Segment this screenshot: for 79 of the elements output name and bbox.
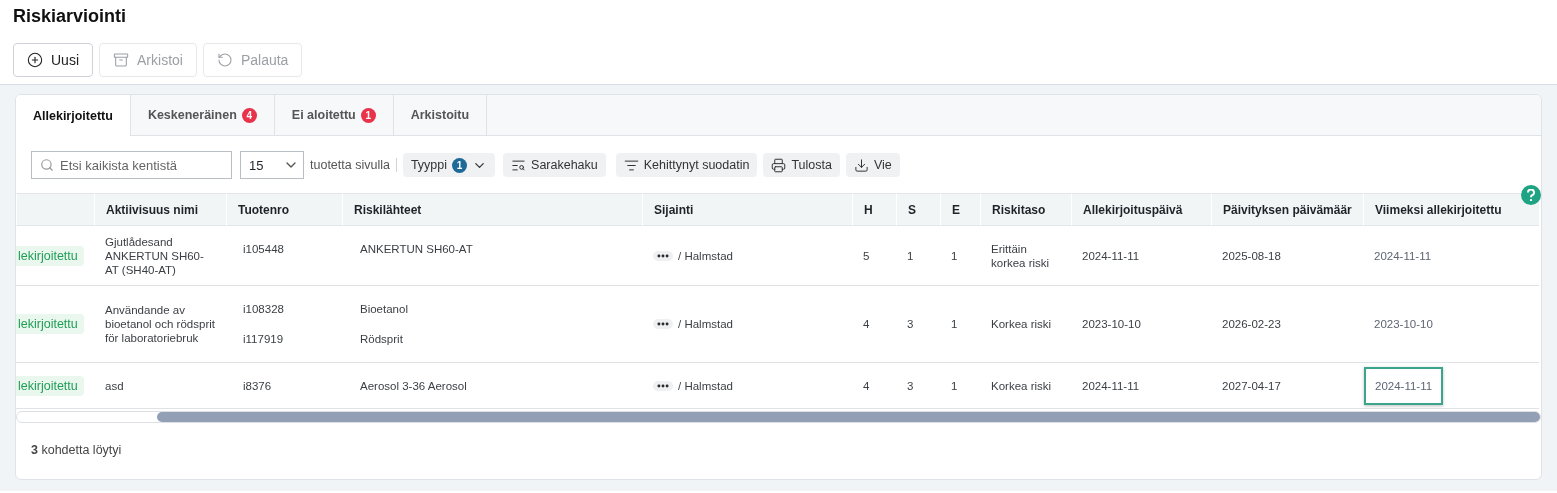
table-cell-text: i117919 — [243, 332, 285, 346]
table-cell-text: 1 — [951, 317, 959, 331]
undo-icon — [216, 52, 233, 68]
table-cell-text: Bioetanol — [360, 302, 409, 316]
table-cell-text: asd — [105, 378, 125, 393]
table-cell-text: Aerosol 3-36 Aerosol — [360, 378, 468, 393]
tab[interactable]: Ei aloitettu 1 — [274, 95, 394, 135]
column-header[interactable]: Päivityksen päivämäär — [1211, 193, 1363, 226]
help-icon[interactable] — [1521, 185, 1541, 205]
plus-circle-icon — [27, 52, 43, 68]
column-search-icon — [511, 157, 527, 173]
search-icon — [40, 158, 54, 172]
filter-icon — [623, 157, 639, 173]
count-badge: 1 — [360, 107, 376, 123]
column-header[interactable]: Tuotenro — [226, 193, 342, 226]
toolbar-button[interactable]: Sarakehaku — [503, 153, 606, 177]
table-cell-text: 3 — [907, 378, 915, 393]
toolbar-button[interactable]: Tyyppi 1 — [402, 153, 496, 177]
column-header[interactable]: S — [896, 193, 940, 226]
table-cell-text: 2027-04-17 — [1222, 378, 1282, 393]
column-header[interactable]: Aktiivisuus nimi — [94, 193, 226, 226]
table-cell-text: 1 — [951, 378, 959, 393]
table-cell-text: 2023-10-10 — [1082, 317, 1142, 331]
table-cell-text: 3 — [907, 317, 915, 331]
table-cell-text: i105448 — [243, 242, 285, 256]
column-header[interactable]: E — [940, 193, 980, 226]
action-button[interactable]: Uusi — [13, 43, 93, 77]
page-size-select[interactable]: 15 — [240, 151, 304, 179]
breadcrumb-more-button[interactable] — [653, 319, 673, 329]
table-cell-text: 5 — [863, 248, 871, 263]
toolbar-button[interactable]: Tulosta — [763, 153, 840, 177]
table-cell-text: Korkea riski — [991, 317, 1053, 331]
archive-box-icon — [113, 52, 129, 68]
column-header[interactable]: Allekirjoituspäivä — [1071, 193, 1211, 226]
download-icon — [853, 157, 869, 173]
result-count: 3 kohdetta löytyi — [30, 442, 123, 459]
table-cell: Användande av bioetanol och rödsprit för laboratoriebruk — [105, 303, 215, 345]
count-badge: 1 — [452, 157, 468, 173]
status-badge: lekirjoitettu — [16, 314, 84, 334]
table-cell-text: Rödsprit — [360, 332, 404, 346]
table-cell-text: 2024-11-11 — [1082, 378, 1141, 393]
table-cell-text: Erittäin korkea riski — [991, 241, 1051, 270]
status-badge: lekirjoitettu — [16, 375, 84, 396]
table-cell-text: 1 — [907, 248, 915, 263]
toolbar-button[interactable]: Kehittynyt suodatin — [615, 153, 758, 177]
column-header[interactable]: Viimeksi allekirjoitettu — [1363, 193, 1539, 226]
table-cell-text: Gjutlådesand ANKERTUN SH60-AT (SH40-AT) — [105, 234, 205, 277]
location-path: / Halmstad — [678, 248, 733, 263]
printer-icon — [771, 157, 787, 173]
breadcrumb-more-button[interactable] — [653, 250, 673, 261]
table-cell-text: 1 — [951, 248, 959, 263]
breadcrumb-more-button[interactable] — [653, 380, 673, 391]
column-header[interactable]: Riskitaso — [980, 193, 1071, 226]
table-cell[interactable]: 2024-11-11 — [1364, 237, 1442, 274]
table-cell-text: 2026-02-23 — [1222, 317, 1282, 331]
table-cell-text: i8376 — [243, 378, 273, 393]
table-cell-text: ANKERTUN SH60-AT — [360, 242, 474, 256]
column-header[interactable]: H — [852, 193, 896, 226]
table-cell-text: 4 — [863, 378, 871, 393]
table-cell-text: i108328 — [243, 302, 285, 316]
column-header[interactable]: Sijainti — [642, 193, 852, 226]
toolbar-button[interactable]: Vie — [845, 153, 900, 177]
table-cell-text: 2024-11-11 — [1082, 248, 1141, 263]
status-badge: lekirjoitettu — [16, 245, 84, 266]
table-cell-text: 2025-08-18 — [1222, 248, 1282, 263]
tab[interactable]: Allekirjoitettu — [16, 95, 131, 136]
column-header[interactable]: Riskilähteet — [342, 193, 642, 226]
tab[interactable]: Keskeneräinen 4 — [130, 95, 275, 135]
table-cell[interactable]: 2024-11-11 — [1364, 366, 1444, 405]
tab[interactable]: Arkistoitu — [393, 95, 488, 135]
page-size-label: tuotetta sivulla — [310, 158, 397, 172]
count-badge: 4 — [241, 107, 257, 123]
page-title: Riskiarviointi — [13, 6, 128, 27]
table-cell-text: 4 — [863, 317, 871, 331]
table-cell[interactable]: 2023-10-10 — [1364, 306, 1443, 342]
location-path: / Halmstad — [678, 378, 733, 393]
search-field[interactable]: Etsi kaikista kentistä — [31, 151, 232, 179]
location-path: / Halmstad — [678, 317, 733, 331]
table-cell-text: Korkea riski — [991, 378, 1053, 393]
